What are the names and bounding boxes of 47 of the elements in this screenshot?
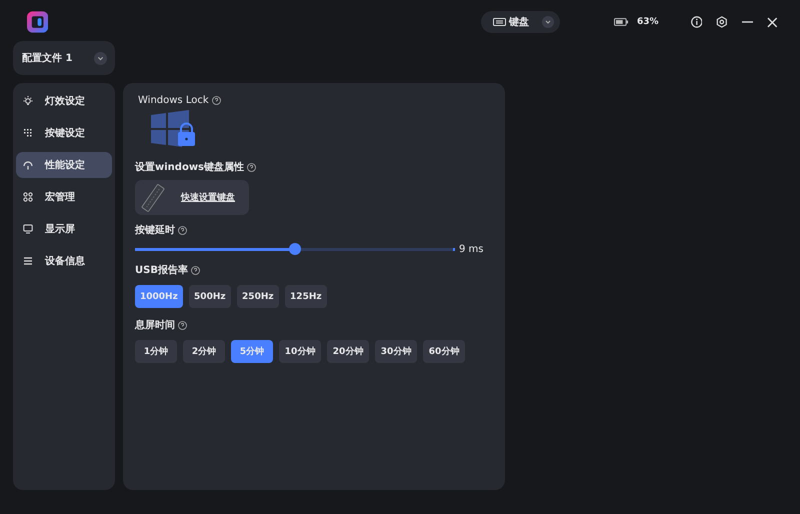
sidebar-item[interactable]: 设备信息 [16, 248, 112, 274]
chevron-down-icon [94, 52, 107, 64]
rate-option[interactable]: 125Hz [284, 285, 327, 308]
sidebar-item[interactable]: 显示屏 [16, 216, 112, 242]
lightbulb-icon [23, 96, 33, 106]
timeout-option[interactable]: 60分钟 [423, 340, 465, 363]
section-title: 息屏时间 [135, 318, 175, 332]
slider-thumb[interactable] [289, 243, 301, 255]
section-title: 按键延时 [135, 224, 175, 237]
settings-icon[interactable] [716, 16, 728, 28]
battery-icon [614, 18, 629, 26]
help-icon[interactable] [178, 320, 187, 330]
timeout-option[interactable]: 1分钟 [135, 340, 177, 363]
help-icon[interactable] [190, 266, 200, 274]
monitor-icon [23, 224, 33, 234]
timeout-option[interactable]: 10分钟 [279, 340, 321, 363]
section-title: 设置windows键盘属性 [135, 160, 244, 174]
sidebar-item[interactable]: 宏管理 [16, 184, 112, 210]
profile-dropdown[interactable]: 配置文件 1 [13, 41, 115, 75]
device-dropdown[interactable]: 键盘 [481, 11, 560, 33]
keyboard-icon [493, 18, 506, 26]
timeout-option[interactable]: 30分钟 [375, 340, 417, 363]
help-icon[interactable] [212, 96, 221, 105]
rate-option[interactable]: 500Hz [188, 285, 231, 308]
gauge-icon [23, 160, 33, 170]
sidebar-item[interactable]: 性能设定 [16, 152, 112, 178]
delay-value: 9 ms [459, 244, 484, 254]
list-icon [23, 256, 33, 266]
close-icon[interactable] [767, 16, 778, 28]
delay-slider[interactable] [135, 243, 455, 255]
help-icon[interactable] [178, 226, 187, 234]
info-icon[interactable] [690, 16, 702, 28]
timeout-option[interactable]: 20分钟 [327, 340, 369, 363]
keypad-icon [23, 128, 33, 138]
app-logo [27, 11, 48, 33]
minimize-icon[interactable] [742, 21, 754, 23]
battery-percentage: 63% [636, 17, 658, 27]
quick-setup-button[interactable]: 快速设置键盘 [135, 180, 249, 215]
help-icon[interactable] [247, 162, 256, 172]
macro-icon [23, 192, 33, 202]
sidebar-item[interactable]: 按键设定 [16, 120, 112, 146]
chevron-down-icon [542, 16, 554, 28]
section-title: USB报告率 [135, 263, 188, 277]
timeout-option[interactable]: 2分钟 [183, 340, 225, 363]
rate-option[interactable]: 250Hz [236, 285, 279, 308]
section-title: Windows Lock [138, 95, 209, 106]
sidebar-item[interactable]: 灯效设定 [16, 88, 112, 114]
